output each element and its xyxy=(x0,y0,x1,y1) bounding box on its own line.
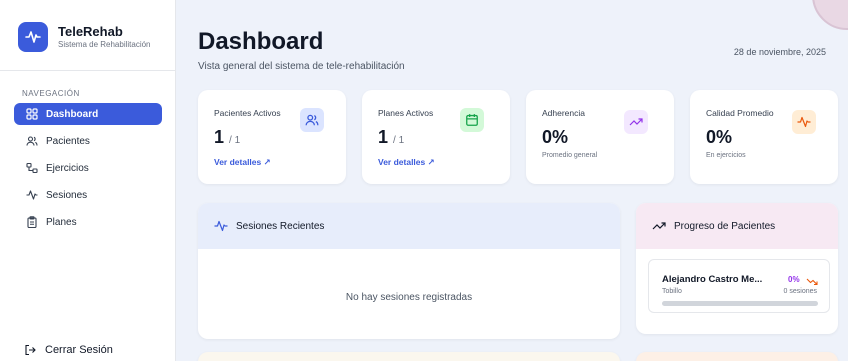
sidebar-item-label: Dashboard xyxy=(46,108,99,120)
stat-value: 0% xyxy=(542,127,569,147)
recent-sessions-header: Sesiones Recientes xyxy=(198,203,620,249)
stat-value: 1 / 1 xyxy=(378,127,405,147)
stat-card-planes: Planes Activos 1 / 1 Ver detalles ↗ xyxy=(362,90,510,184)
trending-up-icon xyxy=(652,220,666,232)
stat-card-calidad: Calidad Promedio 0% En ejercicios xyxy=(690,90,838,184)
patient-sessions: 0 sesiones xyxy=(783,288,817,295)
exercises-icon xyxy=(26,162,38,174)
stat-note: Promedio general xyxy=(542,152,598,159)
page-title: Dashboard xyxy=(198,28,324,55)
patient-progress-header: Progreso de Pacientes xyxy=(636,203,838,249)
patient-progress-item[interactable]: Alejandro Castro Me... Tobillo 0% 0 sesi… xyxy=(648,259,830,313)
trending-up-icon xyxy=(624,110,648,134)
app-subtitle: Sistema de Rehabilitación xyxy=(58,40,151,49)
stat-total: / 1 xyxy=(229,135,241,146)
activity-icon xyxy=(214,220,228,232)
trending-down-icon xyxy=(806,274,818,286)
brand[interactable]: TeleRehab Sistema de Rehabilitación xyxy=(18,22,151,52)
stat-total: / 1 xyxy=(393,135,405,146)
stat-value: 0% xyxy=(706,127,733,147)
sidebar-divider xyxy=(0,70,176,71)
stat-label: Pacientes Activos xyxy=(214,108,281,118)
sidebar-item-label: Pacientes xyxy=(46,135,90,147)
sidebar-item-label: Ejercicios xyxy=(46,162,89,174)
clipboard-icon xyxy=(26,216,38,228)
patient-condition: Tobillo xyxy=(662,288,682,295)
stat-label: Adherencia xyxy=(542,108,586,118)
stat-card-pacientes: Pacientes Activos 1 / 1 Ver detalles ↗ xyxy=(198,90,346,184)
patient-percent: 0% xyxy=(788,275,800,284)
activity-icon xyxy=(792,110,816,134)
patient-progress-bar xyxy=(662,301,818,306)
users-icon xyxy=(300,108,324,132)
current-date: 28 de noviembre, 2025 xyxy=(733,47,826,57)
calendar-icon xyxy=(460,108,484,132)
patient-progress-panel: Progreso de Pacientes Alejandro Castro M… xyxy=(636,203,838,334)
logout-label: Cerrar Sesión xyxy=(45,344,113,356)
sidebar-item-label: Sesiones xyxy=(46,189,88,201)
view-details-link[interactable]: Ver detalles ↗ xyxy=(378,157,435,168)
logout-button[interactable]: Cerrar Sesión xyxy=(24,344,113,356)
app-title: TeleRehab xyxy=(58,24,123,39)
sidebar: TeleRehab Sistema de Rehabilitación NAVE… xyxy=(0,0,176,361)
partial-panel xyxy=(198,352,620,361)
app-logo-activity-icon xyxy=(18,22,48,52)
stat-label: Calidad Promedio xyxy=(706,108,774,118)
stat-card-adherencia: Adherencia 0% Promedio general xyxy=(526,90,674,184)
empty-sessions-text: No hay sesiones registradas xyxy=(345,292,473,303)
activity-icon xyxy=(26,189,38,201)
dashboard-grid-icon xyxy=(26,108,38,120)
view-details-link[interactable]: Ver detalles ↗ xyxy=(214,157,271,168)
users-icon xyxy=(26,135,38,147)
sidebar-item-planes[interactable]: Planes xyxy=(14,211,162,233)
stat-value: 1 / 1 xyxy=(214,127,241,147)
sidebar-nav: Dashboard Pacientes Ejercicios Sesiones … xyxy=(14,103,162,238)
recent-sessions-panel: Sesiones Recientes No hay sesiones regis… xyxy=(198,203,620,339)
sidebar-item-pacientes[interactable]: Pacientes xyxy=(14,130,162,152)
recent-sessions-title: Sesiones Recientes xyxy=(236,220,325,232)
decorative-circle xyxy=(812,0,848,30)
patient-name: Alejandro Castro Me... xyxy=(662,274,763,285)
sidebar-item-sesiones[interactable]: Sesiones xyxy=(14,184,162,206)
stat-note: En ejercicios xyxy=(706,152,746,159)
nav-section-title: NAVEGACIÓN xyxy=(22,89,80,98)
patient-progress-title: Progreso de Pacientes xyxy=(674,220,776,232)
stat-label: Planes Activos xyxy=(378,108,434,118)
page-subtitle: Vista general del sistema de tele-rehabi… xyxy=(198,61,405,72)
logout-icon xyxy=(24,344,36,356)
sidebar-item-dashboard[interactable]: Dashboard xyxy=(14,103,162,125)
partial-panel xyxy=(636,352,838,361)
sidebar-item-label: Planes xyxy=(46,216,77,228)
sidebar-item-ejercicios[interactable]: Ejercicios xyxy=(14,157,162,179)
